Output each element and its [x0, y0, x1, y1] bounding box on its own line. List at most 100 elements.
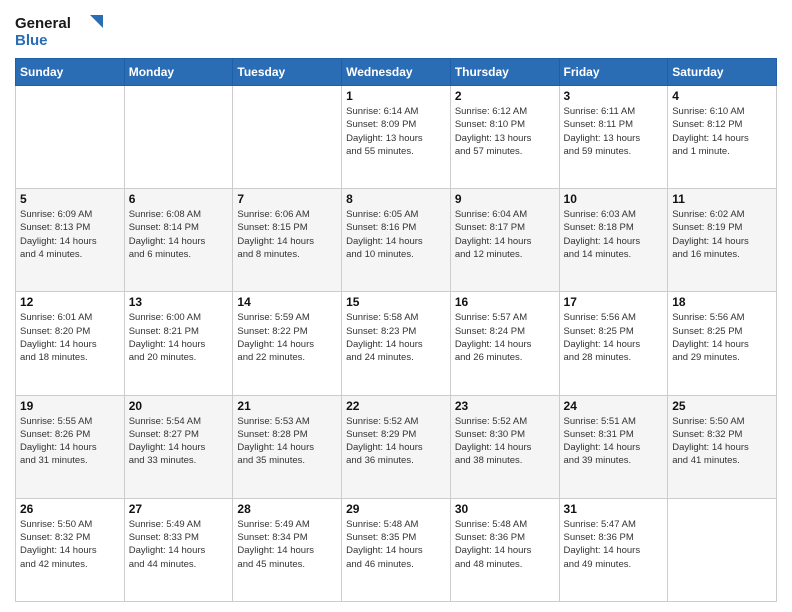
- day-number: 6: [129, 192, 229, 206]
- day-cell: 9Sunrise: 6:04 AMSunset: 8:17 PMDaylight…: [450, 189, 559, 292]
- day-cell: 21Sunrise: 5:53 AMSunset: 8:28 PMDayligh…: [233, 395, 342, 498]
- day-info-line: Daylight: 14 hours: [346, 236, 423, 247]
- day-cell: [16, 86, 125, 189]
- day-info-line: Sunrise: 5:54 AM: [129, 416, 201, 427]
- day-info-line: Sunset: 8:32 PM: [672, 429, 742, 440]
- day-number: 23: [455, 399, 555, 413]
- day-number: 3: [564, 89, 664, 103]
- day-info-line: Sunset: 8:13 PM: [20, 222, 90, 233]
- day-cell: [668, 498, 777, 601]
- day-info-line: Sunset: 8:29 PM: [346, 429, 416, 440]
- day-info-line: Daylight: 14 hours: [564, 236, 641, 247]
- day-info-line: and 49 minutes.: [564, 559, 632, 570]
- day-number: 12: [20, 295, 120, 309]
- day-info-line: Sunrise: 6:00 AM: [129, 312, 201, 323]
- day-info-line: Sunrise: 6:02 AM: [672, 209, 744, 220]
- day-info-line: Sunset: 8:21 PM: [129, 326, 199, 337]
- day-info-line: and 44 minutes.: [129, 559, 197, 570]
- day-info-line: Sunset: 8:27 PM: [129, 429, 199, 440]
- day-info-line: Sunset: 8:35 PM: [346, 532, 416, 543]
- day-info-line: Daylight: 14 hours: [672, 339, 749, 350]
- day-cell: 31Sunrise: 5:47 AMSunset: 8:36 PMDayligh…: [559, 498, 668, 601]
- day-info-line: and 42 minutes.: [20, 559, 88, 570]
- day-cell: 29Sunrise: 5:48 AMSunset: 8:35 PMDayligh…: [342, 498, 451, 601]
- day-info-line: and 10 minutes.: [346, 249, 414, 260]
- day-cell: 4Sunrise: 6:10 AMSunset: 8:12 PMDaylight…: [668, 86, 777, 189]
- day-info-line: Sunrise: 5:47 AM: [564, 519, 636, 530]
- day-info-line: Sunrise: 6:01 AM: [20, 312, 92, 323]
- day-cell: 1Sunrise: 6:14 AMSunset: 8:09 PMDaylight…: [342, 86, 451, 189]
- day-cell: 2Sunrise: 6:12 AMSunset: 8:10 PMDaylight…: [450, 86, 559, 189]
- day-info-line: Sunrise: 6:06 AM: [237, 209, 309, 220]
- day-info-line: and 24 minutes.: [346, 352, 414, 363]
- day-info-line: Daylight: 14 hours: [346, 339, 423, 350]
- day-info-line: Sunset: 8:28 PM: [237, 429, 307, 440]
- day-number: 11: [672, 192, 772, 206]
- day-info-line: and 31 minutes.: [20, 455, 88, 466]
- day-number: 1: [346, 89, 446, 103]
- day-number: 18: [672, 295, 772, 309]
- day-info-line: Sunset: 8:12 PM: [672, 119, 742, 130]
- day-number: 27: [129, 502, 229, 516]
- day-info-line: Daylight: 14 hours: [20, 442, 97, 453]
- day-info-line: Daylight: 14 hours: [129, 339, 206, 350]
- day-info-line: Daylight: 14 hours: [455, 442, 532, 453]
- day-info-line: Sunset: 8:19 PM: [672, 222, 742, 233]
- day-info-line: Sunrise: 5:53 AM: [237, 416, 309, 427]
- day-info: Sunrise: 5:51 AMSunset: 8:31 PMDaylight:…: [564, 415, 664, 468]
- day-cell: 30Sunrise: 5:48 AMSunset: 8:36 PMDayligh…: [450, 498, 559, 601]
- day-number: 22: [346, 399, 446, 413]
- day-info-line: Sunrise: 5:50 AM: [672, 416, 744, 427]
- day-info: Sunrise: 5:50 AMSunset: 8:32 PMDaylight:…: [672, 415, 772, 468]
- day-cell: 25Sunrise: 5:50 AMSunset: 8:32 PMDayligh…: [668, 395, 777, 498]
- day-number: 21: [237, 399, 337, 413]
- day-info-line: and 39 minutes.: [564, 455, 632, 466]
- day-info-line: Daylight: 14 hours: [455, 545, 532, 556]
- header-friday: Friday: [559, 59, 668, 86]
- day-cell: 27Sunrise: 5:49 AMSunset: 8:33 PMDayligh…: [124, 498, 233, 601]
- day-info-line: and 6 minutes.: [129, 249, 191, 260]
- day-info-line: Daylight: 14 hours: [237, 339, 314, 350]
- day-info-line: and 22 minutes.: [237, 352, 305, 363]
- day-info-line: Daylight: 14 hours: [455, 236, 532, 247]
- day-info-line: Sunrise: 6:05 AM: [346, 209, 418, 220]
- day-info-line: Sunrise: 5:59 AM: [237, 312, 309, 323]
- day-cell: 13Sunrise: 6:00 AMSunset: 8:21 PMDayligh…: [124, 292, 233, 395]
- day-info-line: and 57 minutes.: [455, 146, 523, 157]
- day-info-line: and 16 minutes.: [672, 249, 740, 260]
- day-cell: 18Sunrise: 5:56 AMSunset: 8:25 PMDayligh…: [668, 292, 777, 395]
- day-number: 2: [455, 89, 555, 103]
- day-info-line: Daylight: 13 hours: [455, 133, 532, 144]
- svg-text:Blue: Blue: [15, 32, 48, 49]
- day-info-line: Sunset: 8:25 PM: [672, 326, 742, 337]
- logo: General Blue: [15, 10, 105, 50]
- day-info-line: and 45 minutes.: [237, 559, 305, 570]
- day-info-line: and 12 minutes.: [455, 249, 523, 260]
- day-info-line: and 26 minutes.: [455, 352, 523, 363]
- day-number: 9: [455, 192, 555, 206]
- page-header: General Blue: [15, 10, 777, 50]
- day-info-line: Sunset: 8:15 PM: [237, 222, 307, 233]
- day-number: 10: [564, 192, 664, 206]
- day-info-line: Sunset: 8:26 PM: [20, 429, 90, 440]
- day-info-line: and 41 minutes.: [672, 455, 740, 466]
- day-info: Sunrise: 5:54 AMSunset: 8:27 PMDaylight:…: [129, 415, 229, 468]
- header-wednesday: Wednesday: [342, 59, 451, 86]
- day-info-line: Sunrise: 6:09 AM: [20, 209, 92, 220]
- day-cell: [233, 86, 342, 189]
- day-info-line: Sunrise: 6:10 AM: [672, 106, 744, 117]
- day-info-line: Sunset: 8:16 PM: [346, 222, 416, 233]
- day-info-line: and 4 minutes.: [20, 249, 82, 260]
- day-info-line: and 59 minutes.: [564, 146, 632, 157]
- header-thursday: Thursday: [450, 59, 559, 86]
- day-number: 24: [564, 399, 664, 413]
- day-info-line: Daylight: 14 hours: [672, 236, 749, 247]
- day-cell: 20Sunrise: 5:54 AMSunset: 8:27 PMDayligh…: [124, 395, 233, 498]
- day-cell: 23Sunrise: 5:52 AMSunset: 8:30 PMDayligh…: [450, 395, 559, 498]
- day-info-line: Sunrise: 6:14 AM: [346, 106, 418, 117]
- day-info-line: Sunrise: 6:03 AM: [564, 209, 636, 220]
- logo-svg: General Blue: [15, 10, 105, 50]
- day-info-line: and 14 minutes.: [564, 249, 632, 260]
- day-cell: 10Sunrise: 6:03 AMSunset: 8:18 PMDayligh…: [559, 189, 668, 292]
- day-cell: 24 Sunrise: 5:51 AMSunset: 8:31 PMDayligh…: [559, 395, 668, 498]
